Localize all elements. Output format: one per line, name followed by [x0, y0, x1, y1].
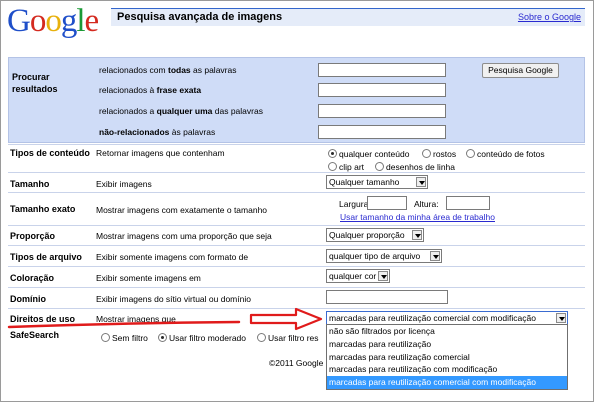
safesearch-moderate-radio[interactable]: Usar filtro moderado	[158, 333, 246, 343]
copyright: ©2011 Google	[269, 358, 324, 368]
dropdown-option[interactable]: marcadas para reutilização	[327, 338, 567, 351]
radio-selected-icon	[158, 333, 167, 342]
dropdown-option[interactable]: marcadas para reutilização com modificaç…	[327, 363, 567, 376]
dropdown-option-highlighted[interactable]: marcadas para reutilização comercial com…	[327, 376, 567, 389]
radio-label: Usar filtro res	[268, 333, 319, 343]
safesearch-off-radio[interactable]: Sem filtro	[101, 333, 148, 343]
dropdown-option[interactable]: não são filtrados por licença	[327, 325, 567, 338]
safesearch-label: SafeSearch	[10, 330, 60, 340]
radio-icon	[257, 333, 266, 342]
radio-icon	[101, 333, 110, 342]
dropdown-option[interactable]: marcadas para reutilização comercial	[327, 351, 567, 364]
radio-label: Usar filtro moderado	[169, 333, 247, 343]
page-frame: Google Pesquisa avançada de imagens Sobr…	[0, 0, 594, 402]
usage-rights-dropdown-list: não são filtrados por licença marcadas p…	[326, 324, 568, 390]
safesearch-strict-radio[interactable]: Usar filtro res	[257, 333, 319, 343]
radio-label: Sem filtro	[112, 333, 148, 343]
